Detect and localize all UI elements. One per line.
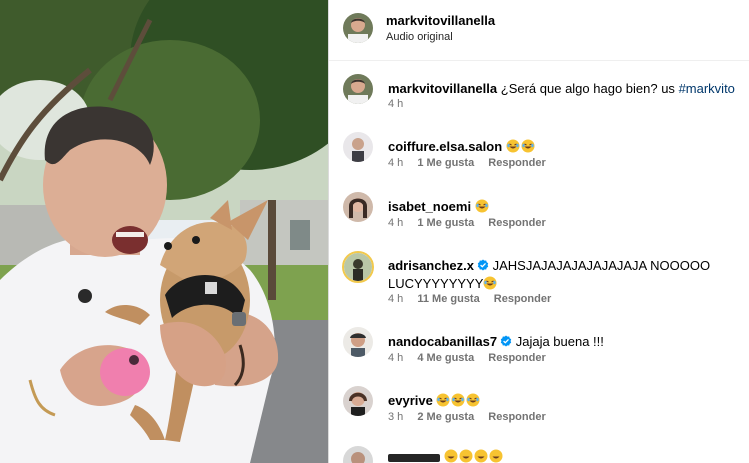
author-avatar[interactable] [343,13,373,43]
comment-avatar[interactable] [343,446,373,463]
comment-time[interactable]: 3 h [388,411,403,423]
comment-meta: 4 h 11 Me gusta Responder [388,293,562,305]
comment-meta: 4 h 1 Me gusta Responder [388,157,557,169]
laughing-emoji-icon [521,139,535,153]
reply-button[interactable]: Responder [488,157,545,169]
comment-line: evyrive [388,392,738,410]
comment-username[interactable]: coiffure.elsa.salon [388,139,502,154]
caption-time[interactable]: 4 h [388,98,403,110]
laughing-emoji-icon [466,393,480,407]
comment-avatar[interactable] [343,327,373,357]
reply-button[interactable]: Responder [488,352,545,364]
comment-username[interactable]: isabet_noemi [388,199,471,214]
comment-line: coiffure.elsa.salon [388,138,738,156]
laughing-emoji-icon [489,449,503,463]
caption-username[interactable]: markvitovillanella [388,81,497,96]
reply-button[interactable]: Responder [494,293,551,305]
comment-avatar[interactable] [343,386,373,416]
comment-meta: 4 h 4 Me gusta Responder [388,352,557,364]
comment-line: nandocabanillas7 Jajaja buena !!! [388,333,738,351]
comment-avatar[interactable] [343,192,373,222]
comment-username[interactable]: adrisanchez.x [388,258,474,273]
audio-link[interactable]: Audio original [386,31,453,43]
comment-avatar[interactable] [343,132,373,162]
comment-line: adrisanchez.x JAHSJAJAJAJAJAJAJAJA NOOOO… [388,257,738,293]
comment-likes[interactable]: 1 Me gusta [417,217,474,229]
comment-line: isabet_noemi [388,198,738,216]
comment-time[interactable]: 4 h [388,293,403,305]
comment-meta: 3 h 2 Me gusta Responder [388,411,557,423]
laughing-emoji-icon [459,449,473,463]
comment-text: Jajaja buena !!! [515,334,604,349]
caption-text: ¿Será que algo hago bien? us [500,81,679,96]
comment-line [388,448,738,463]
caption-meta: 4 h [388,98,414,110]
caption-line: markvitovillanella ¿Será que algo hago b… [388,80,738,98]
comment-meta: 4 h 1 Me gusta Responder [388,217,557,229]
reply-button[interactable]: Responder [488,217,545,229]
hashtag-link[interactable]: #markvito [679,81,735,96]
reel-video[interactable] [0,0,328,463]
post-header: markvitovillanella Audio original [329,0,749,61]
laughing-emoji-icon [506,139,520,153]
post-details-panel: markvitovillanella Audio original markvi… [329,0,749,463]
laughing-emoji-icon [436,393,450,407]
comment-time[interactable]: 4 h [388,157,403,169]
comment-time[interactable]: 4 h [388,217,403,229]
verified-badge-icon [500,335,512,347]
laughing-emoji-icon [451,393,465,407]
verified-badge-icon [477,259,489,271]
comment-likes[interactable]: 2 Me gusta [417,411,474,423]
laughing-emoji-icon [474,449,488,463]
reply-button[interactable]: Responder [488,411,545,423]
laughing-emoji-icon [483,276,497,290]
comment-likes[interactable]: 11 Me gusta [417,293,479,305]
comment-username[interactable]: evyrive [388,393,433,408]
comment-likes[interactable]: 1 Me gusta [417,157,474,169]
comment-username[interactable]: nandocabanillas7 [388,334,497,349]
author-username[interactable]: markvitovillanella [386,13,495,28]
laughing-emoji-icon [475,199,489,213]
comment-avatar[interactable] [342,251,374,283]
comment-likes[interactable]: 4 Me gusta [417,352,474,364]
laughing-emoji-icon [444,449,458,463]
username-partial [388,453,440,462]
caption-avatar[interactable] [343,74,373,104]
video-frame [0,0,328,463]
comment-time[interactable]: 4 h [388,352,403,364]
